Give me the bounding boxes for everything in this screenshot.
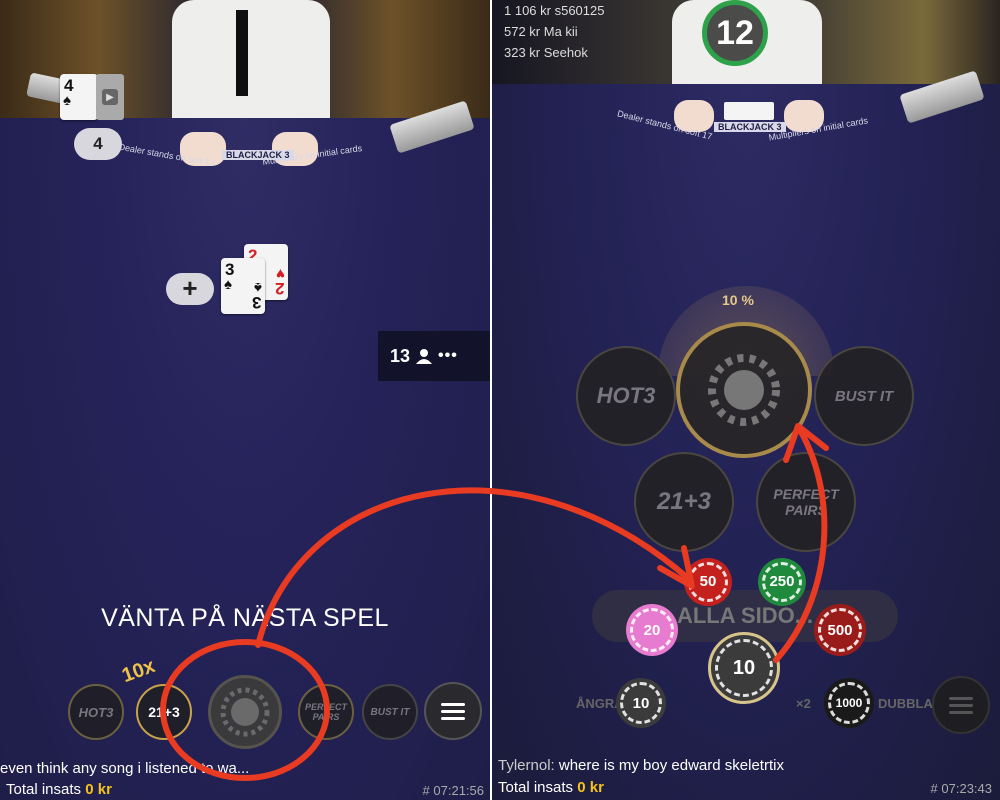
total-bet-value: 0 kr — [577, 779, 604, 796]
bust-it-label: BUST IT — [370, 706, 410, 718]
perfect-pairs-button[interactable]: PERFECT PAIRS — [756, 452, 856, 552]
menu-icon-bar — [949, 703, 973, 707]
dealer-score: 4 — [74, 128, 122, 160]
dealer-card-suit: ♠ — [63, 92, 71, 109]
player-card-3-suit-b: ♠ — [254, 279, 262, 296]
leaderboard-entry: 1 106 kr s560125 — [504, 3, 605, 18]
main-bet-spot[interactable] — [208, 675, 282, 749]
menu-button[interactable] — [424, 682, 482, 740]
game-id: # 07:21:56 — [422, 783, 484, 798]
menu-icon-bar — [441, 709, 465, 713]
twentyone-label: 21+3 — [656, 488, 712, 515]
chip-value: 1000 — [834, 688, 864, 718]
more-icon[interactable]: ••• — [438, 347, 458, 365]
chip-spot-icon — [708, 354, 780, 426]
chip-10-selected[interactable]: 10 — [708, 632, 780, 704]
hot3-button[interactable]: HOT3 — [576, 346, 676, 446]
dealt-cards — [724, 102, 774, 120]
menu-icon-bar — [441, 716, 465, 720]
chat-user: Tylernol: — [498, 757, 555, 774]
chip-20[interactable]: 20 — [626, 604, 678, 656]
table-label: BLACKJACK 3 — [222, 150, 294, 160]
dealer-tie — [236, 10, 248, 96]
total-bet-label: Total insats — [6, 781, 82, 798]
twentyone-plus-three-button[interactable]: 21+3 — [634, 452, 734, 552]
chip-50[interactable]: 50 — [684, 558, 732, 606]
bet-percent: 10 % — [722, 292, 754, 308]
add-hand-button[interactable]: + — [166, 273, 214, 305]
dealer-figure — [172, 0, 330, 120]
chat-line: Tylernol: where is my boy edward skeletr… — [498, 757, 784, 774]
hole-card: ▶ — [96, 74, 124, 120]
double-prefix: ×2 — [796, 696, 811, 711]
chip-value: 10 — [626, 688, 656, 718]
total-bet: Total insats 0 kr — [498, 779, 604, 796]
hot3-button[interactable]: HOT3 — [68, 684, 124, 740]
chip-10[interactable]: 10 — [616, 678, 666, 728]
chip-value: 10 — [724, 648, 764, 688]
double-button[interactable]: DUBBLA — [878, 696, 933, 711]
countdown-timer: 12 — [702, 0, 768, 66]
perfect-pairs-label: PERFECT PAIRS — [304, 702, 347, 722]
chip-value: 250 — [767, 567, 797, 597]
total-bet-value: 0 kr — [85, 781, 112, 798]
chip-value: 500 — [824, 614, 856, 646]
hot3-label: HOT3 — [78, 704, 114, 720]
player-card-3: 3 ♠ 3 ♠ — [221, 258, 265, 314]
left-game-view: Dealer stands on soft 17 Multipliers on … — [0, 0, 490, 800]
chip-value: 20 — [636, 614, 668, 646]
leaderboard-entry: 323 kr Seehok — [504, 45, 588, 60]
game-id: # 07:23:43 — [930, 781, 992, 796]
chip-spot-icon — [220, 687, 270, 737]
chat-line: even think any song i listened to wa... — [0, 760, 250, 777]
menu-icon-bar — [441, 702, 465, 706]
menu-icon-bar — [949, 710, 973, 714]
perfect-pairs-button[interactable]: PERFECT PAIRS — [298, 684, 354, 740]
menu-icon-bar — [949, 696, 973, 700]
twentyone-plus-three-button[interactable]: 21+3 — [136, 684, 192, 740]
hole-card-icon: ▶ — [102, 89, 118, 105]
chip-value: 50 — [693, 567, 723, 597]
table-label: BLACKJACK 3 — [714, 122, 786, 132]
hot3-label: HOT3 — [596, 383, 656, 408]
player-card-3-suit: ♠ — [224, 276, 232, 293]
player-count: 13 — [390, 345, 411, 366]
bust-it-label: BUST IT — [834, 387, 894, 405]
player-count-panel[interactable]: 13 ••• — [378, 331, 490, 381]
main-bet-spot[interactable] — [676, 322, 812, 458]
chip-500[interactable]: 500 — [814, 604, 866, 656]
bust-it-button[interactable]: BUST IT — [362, 684, 418, 740]
total-bet: Total insats 0 kr — [6, 781, 112, 798]
leaderboard-entry: 572 kr Ma kii — [504, 24, 578, 39]
chip-1000[interactable]: 1000 — [824, 678, 874, 728]
chip-250[interactable]: 250 — [758, 558, 806, 606]
user-icon — [416, 349, 433, 364]
total-bet-label: Total insats — [498, 779, 574, 796]
leaderboard: 1 106 kr s560125 572 kr Ma kii 323 kr Se… — [504, 0, 604, 63]
chat-message: where is my boy edward skeletrtix — [558, 757, 784, 774]
bust-it-button[interactable]: BUST IT — [814, 346, 914, 446]
menu-button[interactable] — [932, 676, 990, 734]
wait-message: VÄNTA PÅ NÄSTA SPEL — [101, 604, 389, 632]
right-game-view: Dealer stands on soft 17 Multipliers on … — [492, 0, 1000, 800]
screenshot-composite: Dealer stands on soft 17 Multipliers on … — [0, 0, 1000, 800]
twentyone-label: 21+3 — [148, 704, 180, 720]
player-card-2-suit-b: ♥ — [276, 265, 285, 282]
perfect-pairs-label: PERFECT PAIRS — [773, 486, 839, 518]
dealer-card: 4 ♠ — [60, 74, 98, 120]
